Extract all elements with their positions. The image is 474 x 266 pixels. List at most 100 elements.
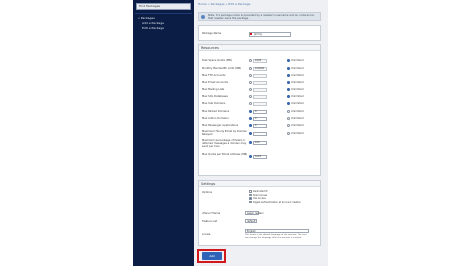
resource-value-radio[interactable] xyxy=(249,67,252,70)
resource-value-radio[interactable] xyxy=(249,74,252,77)
resource-value-radio[interactable] xyxy=(249,155,252,158)
main-content: Home » Packages » Edit a Package Note: I… xyxy=(194,0,328,266)
package-name-panel: Package Name Jimmy xyxy=(198,25,321,41)
resource-input[interactable] xyxy=(253,101,267,106)
resource-label: Max Addon Domains xyxy=(202,117,229,120)
unlimited-radio[interactable] xyxy=(287,117,290,120)
resource-input-value: 1024 xyxy=(255,154,262,158)
sidebar-divider xyxy=(135,13,192,14)
option-checkbox[interactable] xyxy=(249,190,252,193)
resources-panel: Resources Disk Space Quota (MB) 1000 Unlim… xyxy=(198,44,321,176)
unlimited-label: Unlimited xyxy=(291,110,304,113)
unlimited-label: Unlimited xyxy=(291,102,304,105)
resource-value-radio[interactable] xyxy=(249,110,252,113)
unlimited-radio[interactable] xyxy=(287,81,290,84)
resource-label: Max SQL Databases xyxy=(202,95,228,98)
resource-input[interactable]: 100 xyxy=(253,140,267,145)
resource-label: Max Quota per Email Address (MB) xyxy=(202,153,248,156)
feature-list-label: Feature List xyxy=(202,220,218,223)
resource-input[interactable] xyxy=(253,87,267,92)
resource-value-radio[interactable] xyxy=(249,88,252,91)
breadcrumb-packages[interactable]: Packages xyxy=(211,2,225,6)
resource-input[interactable] xyxy=(253,131,267,136)
info-icon xyxy=(201,15,205,19)
unlimited-radio[interactable] xyxy=(287,67,290,70)
locale-label: Locale xyxy=(202,233,211,236)
breadcrumb-current: Edit a Package xyxy=(228,2,251,6)
find-packages-input[interactable]: Find Packages xyxy=(136,3,191,10)
feature-list-select[interactable]: default xyxy=(245,219,257,223)
unlimited-radio[interactable] xyxy=(287,124,290,127)
resource-input-value: 100 xyxy=(255,140,260,144)
save-button-highlight xyxy=(197,249,226,263)
unlimited-radio[interactable] xyxy=(287,74,290,77)
locale-select-value: English xyxy=(247,230,256,233)
resource-value-radio[interactable] xyxy=(249,141,252,144)
settings-panel: Settings Options Dedicated IP Shell Acces… xyxy=(198,180,321,246)
resource-input[interactable]: 1024 xyxy=(253,154,267,159)
resource-label: Max Parked Domains xyxy=(202,110,230,113)
unlimited-label: Unlimited xyxy=(291,74,304,77)
resource-input-value: 0 xyxy=(255,116,257,120)
resource-label: Max Mailing Lists xyxy=(202,88,225,91)
resource-value-radio[interactable] xyxy=(249,95,252,98)
sidebar-item-add-package[interactable]: Add a Package xyxy=(142,21,164,25)
reseller-notice: Note: If a package name is preceded by a… xyxy=(198,12,321,21)
theme-select[interactable]: paper_lantern xyxy=(245,211,264,215)
option-label: Digest Authentication at account creatio… xyxy=(253,200,301,204)
theme-label: cPanel Theme xyxy=(202,212,221,215)
sidebar-item-edit-package[interactable]: Edit a Package xyxy=(142,26,164,30)
resource-input[interactable]: 0 xyxy=(253,123,267,128)
unlimited-label: Unlimited xyxy=(291,88,304,91)
theme-select-value: paper_lantern xyxy=(247,212,264,215)
unlimited-radio[interactable] xyxy=(287,88,290,91)
resource-label: Maximum Hourly Email by Domain Relayed xyxy=(202,130,248,136)
resource-value-radio[interactable] xyxy=(249,102,252,105)
resource-input[interactable] xyxy=(253,80,267,85)
resource-value-radio[interactable] xyxy=(249,59,252,62)
unlimited-radio[interactable] xyxy=(287,102,290,105)
resource-input-value: 0 xyxy=(255,109,257,113)
package-name-input[interactable]: Jimmy xyxy=(249,32,291,37)
options-label: Options xyxy=(202,191,213,194)
breadcrumb-home[interactable]: Home xyxy=(198,2,207,6)
package-name-label: Package Name xyxy=(202,32,222,35)
locale-select[interactable]: English xyxy=(245,229,309,233)
locale-help-text: This locale is the default language of t… xyxy=(245,234,307,239)
unlimited-label: Unlimited xyxy=(291,117,304,120)
unlimited-label: Unlimited xyxy=(291,59,304,62)
sidebar: Find Packages « Packages Add a Package E… xyxy=(133,0,194,266)
resources-title: Resources xyxy=(199,45,320,51)
resource-input[interactable] xyxy=(253,73,267,78)
resource-label: Max Sub Domains xyxy=(202,102,226,105)
resource-input[interactable]: 0 xyxy=(253,109,267,114)
resource-label: Max Email Accounts xyxy=(202,81,229,84)
resource-value-radio[interactable] xyxy=(249,81,252,84)
unlimited-radio[interactable] xyxy=(287,95,290,98)
unlimited-radio[interactable] xyxy=(287,110,290,113)
option-checkbox[interactable] xyxy=(249,193,252,197)
required-icon xyxy=(250,33,252,35)
option-checkbox[interactable] xyxy=(249,197,252,200)
resource-input[interactable] xyxy=(253,94,267,99)
resource-input[interactable]: 100000 xyxy=(253,66,267,71)
sidebar-item-packages[interactable]: « Packages xyxy=(138,16,155,20)
unlimited-label: Unlimited xyxy=(291,95,304,98)
unlimited-radio[interactable] xyxy=(287,132,290,135)
unlimited-label: Unlimited xyxy=(291,124,304,127)
notice-text: Note: If a package name is preceded by a… xyxy=(208,14,315,21)
resource-label: Max Passenger Applications xyxy=(202,124,239,127)
resource-input-value: 100000 xyxy=(255,66,265,70)
resource-input-value: 0 xyxy=(255,123,257,127)
resource-value-radio[interactable] xyxy=(249,124,252,127)
resource-label: Max FTP Accounts xyxy=(202,74,226,77)
resource-value-radio[interactable] xyxy=(249,132,252,135)
resource-value-radio[interactable] xyxy=(249,117,252,120)
resource-input[interactable]: 1000 xyxy=(253,58,267,63)
unlimited-label: Unlimited xyxy=(291,81,304,84)
resource-input[interactable]: 0 xyxy=(253,116,267,121)
resource-input-value: 1000 xyxy=(255,58,262,62)
package-name-value: Jimmy xyxy=(254,33,263,36)
unlimited-radio[interactable] xyxy=(287,59,290,62)
option-checkbox[interactable] xyxy=(249,200,252,204)
